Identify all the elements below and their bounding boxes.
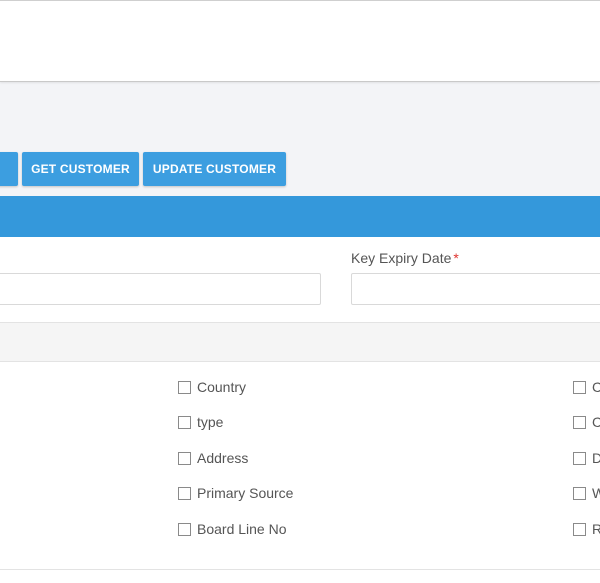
checkbox-label: W — [592, 485, 600, 501]
checkbox-label: Primary Source — [197, 485, 294, 501]
checkbox-address[interactable]: Address — [178, 448, 248, 468]
checkbox-primary-source[interactable]: Primary Source — [178, 483, 293, 503]
checkbox-box[interactable] — [178, 415, 191, 429]
required-marker: * — [453, 250, 459, 266]
checkbox-right-3[interactable]: D — [573, 448, 600, 468]
section-header-band — [0, 196, 600, 237]
checkbox-right-1[interactable]: C — [573, 377, 600, 397]
checkbox-box[interactable] — [178, 380, 191, 394]
customer-form: Key Expiry Date * Country type Address Pr… — [0, 237, 600, 583]
checkbox-label: R — [592, 521, 600, 537]
checkbox-label: Address — [197, 450, 249, 466]
top-header-panel — [0, 0, 600, 82]
checkbox-right-5[interactable]: R — [573, 519, 600, 539]
key-expiry-date-label: Key Expiry Date * — [351, 250, 459, 266]
checkbox-box[interactable] — [178, 522, 191, 536]
checkbox-label: type — [197, 414, 224, 430]
checkbox-label: Country — [197, 379, 247, 395]
checkbox-box[interactable] — [573, 380, 586, 394]
checkbox-box[interactable] — [573, 415, 586, 429]
get-customer-button[interactable]: GET CUSTOMER — [22, 152, 139, 186]
checkbox-type[interactable]: type — [178, 412, 223, 432]
checkbox-box[interactable] — [573, 486, 586, 500]
partial-action-button[interactable]: I — [0, 152, 18, 186]
checkbox-label: Board Line No — [197, 521, 287, 537]
checkbox-label: C — [592, 379, 600, 395]
key-expiry-date-label-text: Key Expiry Date — [351, 250, 452, 266]
key-expiry-date-input[interactable] — [351, 273, 600, 305]
checkbox-box[interactable] — [573, 451, 586, 465]
checkbox-board-line-no[interactable]: Board Line No — [178, 519, 287, 539]
checkbox-box[interactable] — [178, 451, 191, 465]
update-customer-button[interactable]: UPDATE CUSTOMER — [143, 152, 286, 186]
checkbox-country[interactable]: Country — [178, 377, 246, 397]
checkbox-box[interactable] — [573, 522, 586, 536]
checkbox-label: C — [592, 414, 600, 430]
field-selection-subheader — [0, 322, 600, 362]
checkbox-label: D — [592, 450, 600, 466]
left-text-input[interactable] — [0, 273, 321, 305]
checkbox-right-2[interactable]: C — [573, 412, 600, 432]
section-divider — [0, 569, 600, 570]
checkbox-box[interactable] — [178, 486, 191, 500]
checkbox-right-4[interactable]: W — [573, 483, 600, 503]
